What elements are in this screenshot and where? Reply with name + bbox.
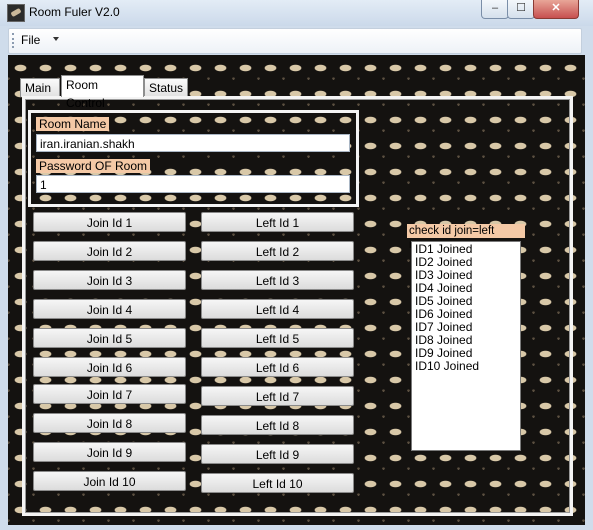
left-id-7-button[interactable]: Left Id 7 bbox=[201, 386, 354, 406]
left-id-2-button[interactable]: Left Id 2 bbox=[201, 241, 354, 261]
app-window: Room Fuler V2.0 – ☐ ✕ File Main Room Con… bbox=[0, 0, 593, 530]
check-listbox[interactable]: ID1 Joined ID2 Joined ID3 Joined ID4 Joi… bbox=[411, 241, 521, 451]
tab-main[interactable]: Main bbox=[20, 78, 60, 97]
menu-file[interactable]: File bbox=[21, 33, 40, 47]
join-id-8-button[interactable]: Join Id 8 bbox=[33, 413, 186, 433]
window-title: Room Fuler V2.0 bbox=[29, 5, 120, 19]
password-input[interactable]: 1 bbox=[36, 175, 350, 193]
left-id-1-button[interactable]: Left Id 1 bbox=[201, 212, 354, 232]
main-client-area: Main Room Control Status Room Name iran.… bbox=[8, 55, 585, 525]
room-settings-group: Room Name iran.iranian.shakh Password OF… bbox=[28, 110, 359, 207]
left-id-3-button[interactable]: Left Id 3 bbox=[201, 270, 354, 290]
room-name-input[interactable]: iran.iranian.shakh bbox=[36, 134, 350, 152]
check-list-label: check id join=left room bbox=[407, 224, 525, 251]
maximize-button[interactable]: ☐ bbox=[507, 0, 535, 19]
menu-bar: File bbox=[8, 28, 582, 54]
left-id-6-button[interactable]: Left Id 6 bbox=[201, 357, 354, 377]
join-id-9-button[interactable]: Join Id 9 bbox=[33, 442, 186, 462]
password-label: Password OF Room bbox=[36, 159, 151, 173]
join-id-2-button[interactable]: Join Id 2 bbox=[33, 241, 186, 261]
left-id-4-button[interactable]: Left Id 4 bbox=[201, 299, 354, 319]
left-id-9-button[interactable]: Left Id 9 bbox=[201, 444, 354, 464]
list-item[interactable]: ID10 Joined bbox=[415, 360, 517, 373]
left-id-10-button[interactable]: Left Id 10 bbox=[201, 473, 354, 493]
join-id-6-button[interactable]: Join Id 6 bbox=[33, 357, 186, 377]
title-bar[interactable]: Room Fuler V2.0 – ☐ ✕ bbox=[0, 0, 593, 26]
join-id-7-button[interactable]: Join Id 7 bbox=[33, 384, 186, 404]
join-id-4-button[interactable]: Join Id 4 bbox=[33, 299, 186, 319]
left-id-8-button[interactable]: Left Id 8 bbox=[201, 415, 354, 435]
room-name-label: Room Name bbox=[36, 117, 110, 131]
join-id-1-button[interactable]: Join Id 1 bbox=[33, 212, 186, 232]
join-id-10-button[interactable]: Join Id 10 bbox=[33, 471, 186, 491]
join-id-3-button[interactable]: Join Id 3 bbox=[33, 270, 186, 290]
tab-status[interactable]: Status bbox=[144, 78, 188, 97]
chevron-down-icon[interactable] bbox=[53, 37, 59, 41]
app-icon bbox=[7, 4, 25, 22]
tab-room-control[interactable]: Room Control bbox=[61, 75, 144, 110]
close-button[interactable]: ✕ bbox=[533, 0, 579, 19]
join-id-5-button[interactable]: Join Id 5 bbox=[33, 328, 186, 348]
minimize-button[interactable]: – bbox=[481, 0, 509, 19]
left-id-5-button[interactable]: Left Id 5 bbox=[201, 328, 354, 348]
menu-grip bbox=[12, 33, 16, 48]
